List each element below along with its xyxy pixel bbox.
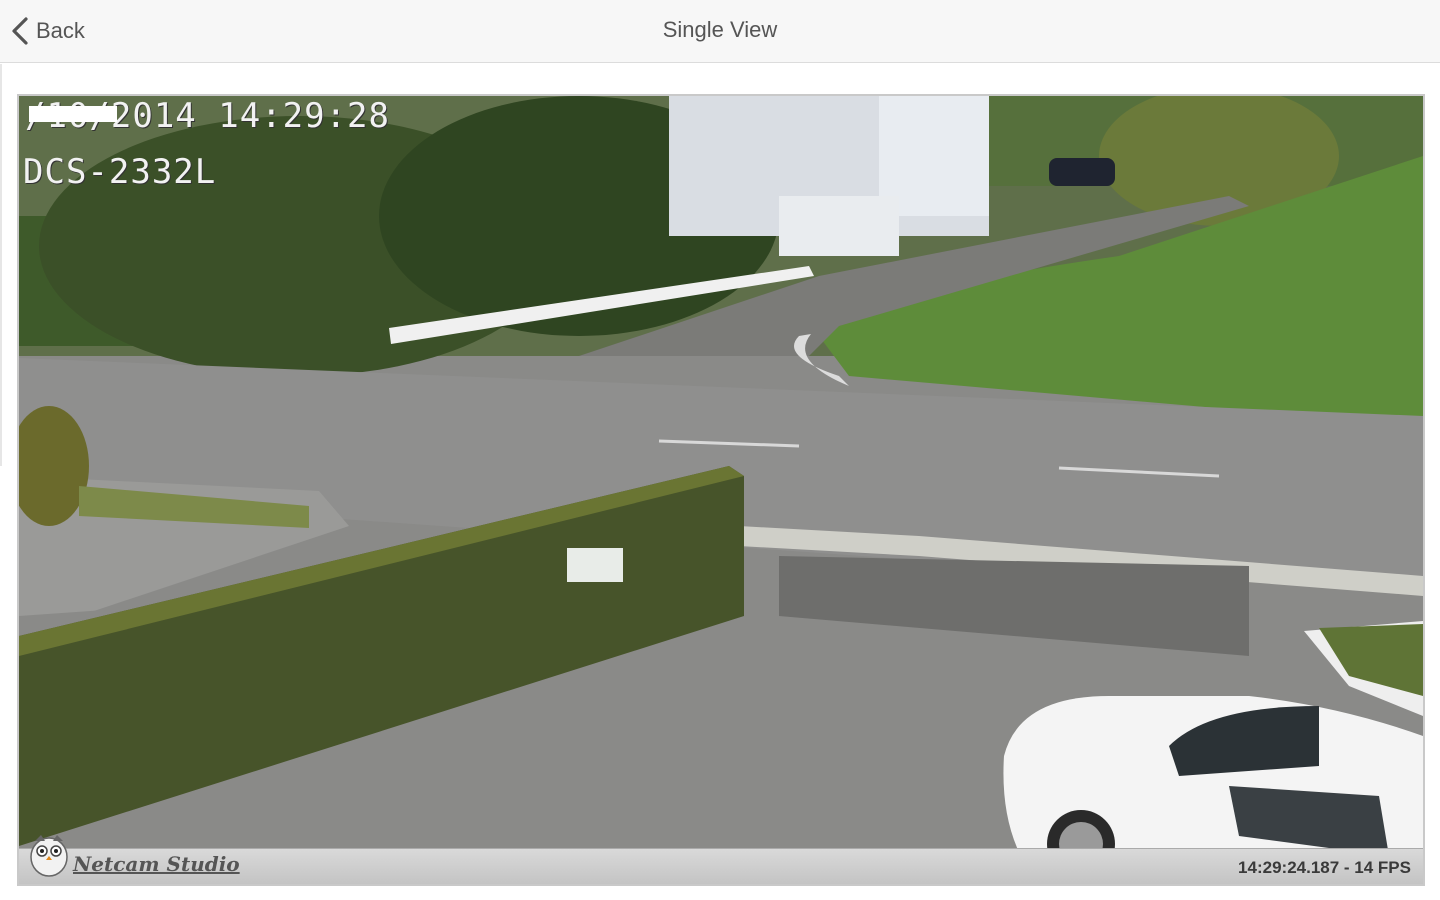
osd-camera-model: DCS-2332L: [23, 152, 217, 192]
brand-name: Netcam Studio: [73, 852, 240, 876]
camera-image: [19, 96, 1423, 884]
top-bar: Back Single View: [0, 0, 1440, 63]
camera-feed[interactable]: /10/2014 14:29:28 DCS-2332L Netcam Studi…: [17, 94, 1425, 886]
privacy-mask: [29, 106, 117, 122]
owl-icon: [27, 829, 71, 882]
divider: [0, 64, 2, 466]
page-title: Single View: [662, 17, 778, 42]
brand-logo: Netcam Studio: [27, 830, 240, 882]
frame-timestamp-fps: 14:29:24.187 - 14 FPS: [1238, 858, 1411, 877]
